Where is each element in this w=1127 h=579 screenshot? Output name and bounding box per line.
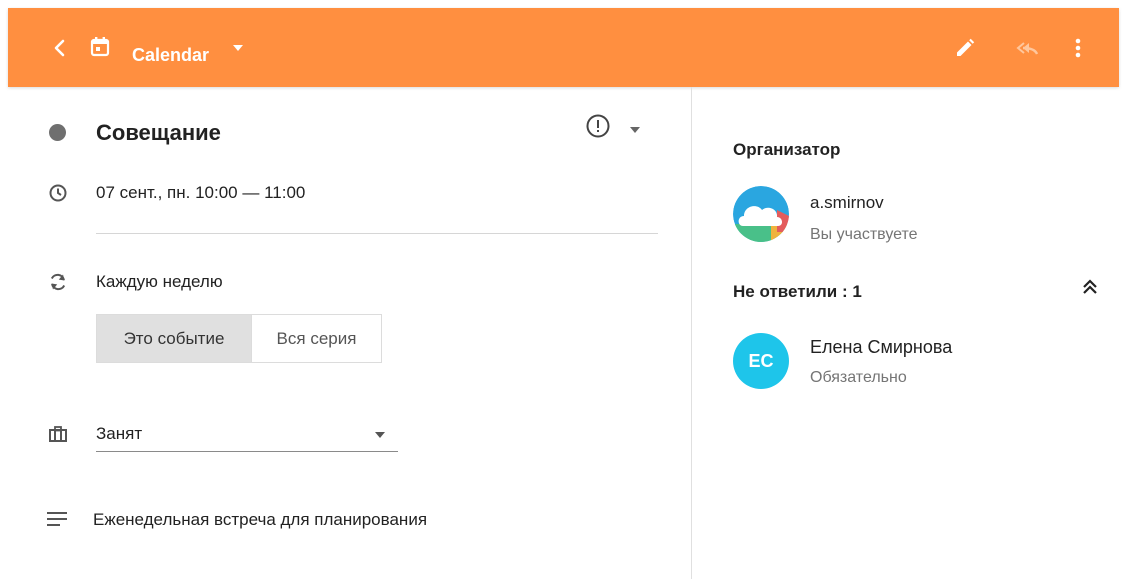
importance-dropdown-icon[interactable] [628, 122, 642, 140]
event-title: Совещание [96, 120, 221, 145]
more-vert-icon[interactable] [1066, 36, 1090, 60]
attendee-role: Обязательно [810, 369, 907, 386]
organizer-heading: Организатор [733, 140, 841, 159]
importance-icon[interactable] [585, 113, 611, 144]
collapse-icon[interactable] [1081, 278, 1099, 301]
description-icon [46, 510, 68, 533]
organizer-name[interactable]: a.smirnov [810, 193, 884, 213]
organizer-avatar [733, 186, 789, 242]
scope-whole-series-button[interactable]: Вся серия [251, 315, 381, 362]
recurrence-scope-toggle: Это событие Вся серия [96, 314, 382, 363]
organizer-status: Вы участвуете [810, 226, 918, 243]
app-title[interactable]: Calendar [132, 44, 209, 66]
recurrence-label: Каждую неделю [96, 272, 223, 291]
scope-this-event-button[interactable]: Это событие [97, 315, 251, 362]
event-description[interactable]: Еженедельная встреча для планирования [93, 510, 427, 530]
availability-select[interactable]: Занят [96, 418, 398, 452]
briefcase-icon [48, 425, 68, 448]
availability-dropdown-icon [375, 432, 385, 438]
divider [96, 233, 658, 234]
back-arrow-icon[interactable] [48, 36, 72, 60]
repeat-icon [47, 271, 69, 298]
edit-icon[interactable] [953, 36, 977, 60]
event-color-dot [49, 124, 66, 141]
chevron-down-icon[interactable] [230, 40, 246, 56]
availability-value: Занят [96, 424, 143, 443]
event-datetime[interactable]: 07 сент., пн. 10:00 — 11:00 [96, 183, 305, 203]
attendee-avatar: ЕС [733, 333, 789, 389]
attendee-name[interactable]: Елена Смирнова [810, 337, 952, 358]
top-app-bar: Calendar [8, 8, 1119, 87]
panel-divider [691, 87, 692, 579]
calendar-icon [88, 35, 112, 59]
reply-all-icon[interactable] [1014, 36, 1040, 60]
clock-icon [48, 183, 68, 208]
not-responded-heading: Не ответили : 1 [733, 282, 862, 301]
